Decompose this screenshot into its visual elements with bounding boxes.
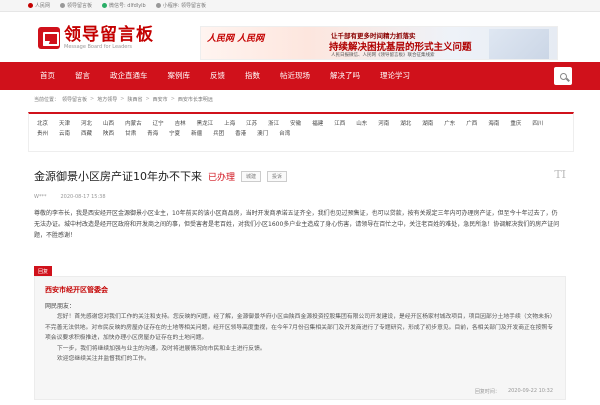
nav-item-index[interactable]: 指数 <box>235 62 270 90</box>
region-link[interactable]: 宁夏 <box>169 129 180 139</box>
people-logo-icon <box>28 3 33 8</box>
region-link[interactable]: 广西 <box>466 119 477 129</box>
breadcrumb-city[interactable]: 西安市 <box>153 96 168 103</box>
banner-line3: 人民日报微信、人民网《领导留言板》联合征集线索 <box>331 53 435 58</box>
region-selector: 北京 天津 河北 山西 内蒙古 辽宁 吉林 黑龙江 上海 江苏 浙江 安徽 福建 江西 山东 河南 湖北 湖南 广东… <box>28 112 574 152</box>
banner-brand: 人民网 人民网 <box>207 34 265 44</box>
region-link[interactable]: 台湾 <box>279 129 290 139</box>
breadcrumb-local[interactable]: 地方领导 <box>97 96 117 103</box>
region-link[interactable]: 广东 <box>444 119 455 129</box>
miniapp-icon <box>155 3 161 8</box>
region-link[interactable]: 江西 <box>334 119 345 129</box>
region-link[interactable]: 北京 <box>37 119 48 129</box>
reply-paragraph-2: 下一步，我们将继续加强与业主的沟通，及时将进展情况向市民和业主进行反馈。 <box>57 345 266 352</box>
post-author: W*** <box>34 194 47 200</box>
region-link[interactable]: 海南 <box>488 119 499 129</box>
logo-subtitle: Message Board for Leaders <box>64 44 133 50</box>
region-link[interactable]: 云南 <box>59 129 70 139</box>
search-button[interactable] <box>554 67 572 85</box>
region-link[interactable]: 福建 <box>312 119 323 129</box>
region-link[interactable]: 湖北 <box>400 119 411 129</box>
post-title-row: 金源御景小区房产证10年办不下来 已办理 城建 投诉 <box>34 168 288 184</box>
region-link[interactable]: 新疆 <box>191 129 202 139</box>
region-link[interactable]: 西藏 <box>81 129 92 139</box>
post-title: 金源御景小区房产证10年办不下来 <box>34 170 202 183</box>
topbar-item-people[interactable]: 人民网 <box>28 2 50 9</box>
banner-line2: 持续解决困扰基层的形式主义问题 <box>329 42 472 53</box>
region-link[interactable]: 重庆 <box>510 119 521 129</box>
font-size-icon[interactable]: TI <box>554 168 566 181</box>
region-link[interactable]: 青海 <box>147 129 158 139</box>
region-link[interactable]: 贵州 <box>37 129 48 139</box>
top-bar: 人民网 领导留言板 微信号: dlfdlylb 小程序: 领导留言板 <box>0 0 600 12</box>
reply-box: 西安市经开区管委会 网民朋友： 您好！首先感谢您对我们工作的关注和支持。您反映的… <box>34 276 566 400</box>
reply-greeting: 网民朋友： <box>45 303 76 310</box>
breadcrumb-province[interactable]: 陕西省 <box>127 96 142 103</box>
site-header: 领导留言板 Message Board for Leaders 人民网 人民网 … <box>0 12 600 60</box>
banner-steps-image <box>489 29 549 59</box>
region-link[interactable]: 山西 <box>103 119 114 129</box>
status-badge: 已办理 <box>208 172 236 183</box>
nav-item-messages[interactable]: 留言 <box>65 62 100 90</box>
region-link[interactable]: 浙江 <box>268 119 279 129</box>
nav-item-feedback[interactable]: 反馈 <box>200 62 235 90</box>
nav-item-enterprise[interactable]: 政企直通车 <box>100 62 158 90</box>
nav-item-home[interactable]: 首页 <box>30 62 65 90</box>
post-meta: W*** 2020-08-17 15:38 <box>34 194 106 200</box>
breadcrumb: 当前位置： 领导留言板 > 地方领导 > 陕西省 > 西安市 > 西安市长李明远 <box>34 96 213 103</box>
logo-mark-icon <box>38 27 60 49</box>
breadcrumb-board[interactable]: 领导留言板 <box>62 96 87 103</box>
region-link[interactable]: 河北 <box>81 119 92 129</box>
post-time: 2020-08-17 15:38 <box>60 194 106 200</box>
nav-item-cases[interactable]: 案例库 <box>158 62 201 90</box>
nav-item-theory[interactable]: 理论学习 <box>370 62 420 90</box>
search-icon <box>559 72 567 80</box>
nav-item-onsite[interactable]: 帖近现场 <box>270 62 320 90</box>
region-link[interactable]: 四川 <box>532 119 543 129</box>
region-link[interactable]: 湖南 <box>422 119 433 129</box>
breadcrumb-leader[interactable]: 西安市长李明远 <box>178 96 213 103</box>
region-link[interactable]: 天津 <box>59 119 70 129</box>
region-link[interactable]: 兵团 <box>213 129 224 139</box>
region-link[interactable]: 甘肃 <box>125 129 136 139</box>
topbar-item-miniapp[interactable]: 小程序: 领导留言板 <box>155 2 206 9</box>
region-link[interactable]: 安徽 <box>290 119 301 129</box>
tag-category[interactable]: 城建 <box>241 170 262 182</box>
region-link[interactable]: 内蒙古 <box>125 119 142 129</box>
site-logo[interactable]: 领导留言板 Message Board for Leaders <box>38 26 154 50</box>
region-link[interactable]: 山东 <box>356 119 367 129</box>
wechat-icon <box>102 3 108 8</box>
nav-item-solved[interactable]: 解决了吗 <box>320 62 370 90</box>
region-link[interactable]: 吉林 <box>175 119 186 129</box>
reply-date: 回复时间： 2020-09-22 10:32 <box>474 388 553 395</box>
region-link[interactable]: 香港 <box>235 129 246 139</box>
region-link[interactable]: 黑龙江 <box>197 119 214 129</box>
board-icon <box>60 3 66 8</box>
region-link[interactable]: 江苏 <box>246 119 257 129</box>
region-link[interactable]: 河南 <box>378 119 389 129</box>
region-link[interactable]: 上海 <box>224 119 235 129</box>
logo-title: 领导留言板 <box>64 25 154 45</box>
post-content: 尊敬的李市长，我是西安经开区金源御景小区业主，10年前买的该小区商品房，当时开发… <box>34 210 560 239</box>
region-link[interactable]: 辽宁 <box>153 119 164 129</box>
header-banner[interactable]: 人民网 人民网 让千部有更多时间精力抓落实 持续解决困扰基层的形式主义问题 人民… <box>200 26 558 60</box>
reply-paragraph-3: 欢迎您继续关注并监督我们的工作。 <box>57 356 150 362</box>
reply-org: 西安市经开区管委会 <box>45 286 108 294</box>
topbar-item-wechat[interactable]: 微信号: dlfdlylb <box>102 2 146 9</box>
region-link[interactable]: 陕西 <box>103 129 114 139</box>
tag-type[interactable]: 投诉 <box>267 170 288 182</box>
reply-paragraph-1: 您好！首先感谢您对我们工作的关注和支持。您反映的问题，经了解，金源御景华府小区由… <box>45 314 554 341</box>
main-nav: 首页 留言 政企直通车 案例库 反馈 指数 帖近现场 解决了吗 理论学习 <box>0 62 600 90</box>
topbar-item-board[interactable]: 领导留言板 <box>60 2 92 9</box>
region-link[interactable]: 澳门 <box>257 129 268 139</box>
